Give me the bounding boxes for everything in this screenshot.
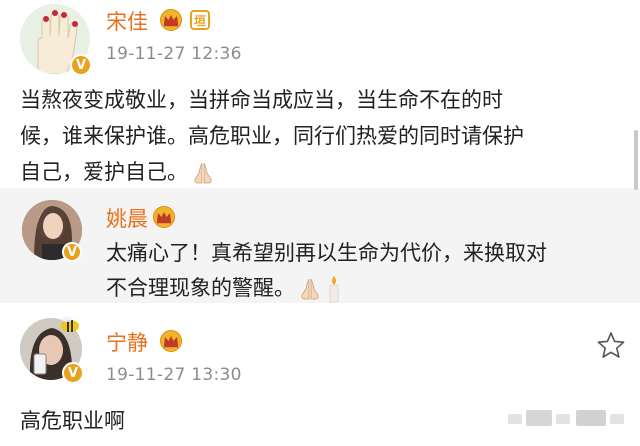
star-icon[interactable] bbox=[596, 331, 626, 359]
comment-line: 自己，爱护自己。 bbox=[20, 154, 630, 190]
watermark bbox=[508, 414, 522, 424]
comment-line: 候，谁来保护谁。高危职业，同行们热爱的同时请保护 bbox=[20, 124, 524, 148]
comment-text: 高危职业啊 bbox=[20, 403, 125, 439]
comment-line: 不合理现象的警醒。 bbox=[106, 271, 636, 306]
member-badge: 垣 bbox=[190, 10, 210, 30]
scrollbar[interactable] bbox=[634, 130, 638, 190]
verified-badge: V bbox=[70, 54, 92, 76]
verified-badge: V bbox=[62, 242, 82, 262]
comment-timestamp: 19-11-27 13:30 bbox=[106, 365, 242, 385]
avatar-yaochen[interactable]: V bbox=[22, 200, 82, 262]
praying-hands-icon bbox=[194, 162, 212, 184]
commenter-name[interactable]: 宋佳 bbox=[106, 6, 148, 36]
watermark bbox=[610, 414, 624, 424]
crown-icon bbox=[160, 9, 182, 31]
comment-line: 高危职业啊 bbox=[20, 409, 125, 433]
commenter-name[interactable]: 姚晨 bbox=[106, 203, 148, 233]
watermark bbox=[576, 410, 606, 426]
watermark bbox=[526, 410, 552, 426]
watermark bbox=[556, 414, 570, 424]
bee-sticker bbox=[61, 316, 79, 332]
comment-text: 当熬夜变成敬业，当拼命当成应当，当生命不在的时 候，谁来保护谁。高危职业，同行们… bbox=[20, 82, 630, 190]
comment-line: 当熬夜变成敬业，当拼命当成应当，当生命不在的时 bbox=[20, 88, 503, 112]
crown-icon bbox=[153, 206, 175, 228]
crown-icon bbox=[160, 330, 182, 352]
candle-icon bbox=[329, 276, 339, 303]
comment-line: 太痛心了！真希望别再以生命为代价，来换取对 bbox=[106, 241, 547, 265]
verified-badge: V bbox=[62, 362, 84, 384]
avatar-ningjing[interactable]: V bbox=[20, 316, 84, 384]
commenter-name[interactable]: 宁静 bbox=[106, 327, 148, 357]
reply-text: 太痛心了！真希望别再以生命为代价，来换取对 不合理现象的警醒。 bbox=[106, 236, 636, 306]
praying-hands-icon bbox=[301, 278, 319, 300]
comment-timestamp: 19-11-27 12:36 bbox=[106, 44, 242, 64]
avatar-songjia[interactable]: V bbox=[20, 4, 92, 76]
